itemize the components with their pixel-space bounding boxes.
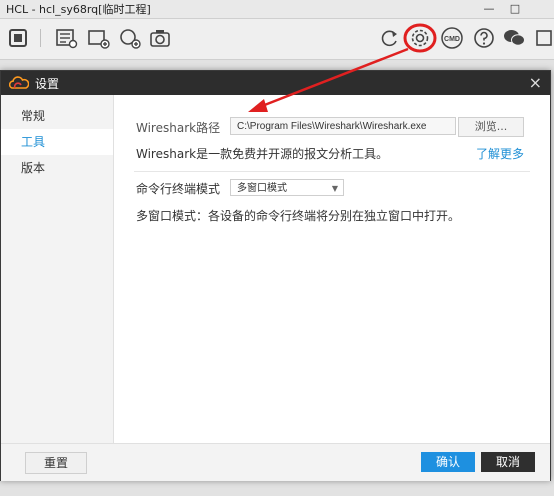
- dialog-footer: 重置 确认 取消: [1, 443, 550, 481]
- refresh-icon[interactable]: [378, 26, 402, 50]
- add-link-icon[interactable]: [117, 26, 141, 50]
- toolbar-separator: [40, 29, 41, 47]
- confirm-button[interactable]: 确认: [421, 452, 475, 472]
- wireshark-path-input[interactable]: C:\Program Files\Wireshark\Wireshark.exe: [230, 117, 456, 135]
- section-divider: [134, 171, 530, 172]
- minimize-button[interactable]: —: [476, 0, 502, 18]
- sidebar-item-general[interactable]: 常规: [1, 103, 113, 129]
- window-icon[interactable]: [532, 26, 554, 50]
- wireshark-path-label: Wireshark路径: [136, 121, 221, 135]
- cmd-mode-description: 多窗口模式：各设备的命令行终端将分别在独立窗口中打开。: [136, 209, 461, 223]
- settings-sidebar: 常规 工具 版本: [1, 95, 114, 443]
- app-title-bar: HCL - hcl_sy68rq[临时工程] — □: [0, 0, 554, 19]
- cmd-mode-value: 多窗口模式: [237, 183, 287, 194]
- cmd-mode-label: 命令行终端模式: [136, 182, 221, 196]
- maximize-button[interactable]: □: [502, 0, 528, 18]
- settings-dialog: 设置 × 常规 工具 版本 Wireshark路径 C:\Program Fil…: [0, 70, 551, 481]
- sidebar-item-tools[interactable]: 工具: [1, 129, 113, 155]
- gear-icon[interactable]: [408, 26, 432, 50]
- close-icon[interactable]: ×: [529, 73, 542, 92]
- cmd-icon-label: CMD: [444, 36, 460, 43]
- stop-icon[interactable]: [6, 26, 30, 50]
- main-toolbar: CMD: [0, 19, 554, 60]
- dialog-title: 设置: [35, 77, 60, 91]
- cmd-mode-select[interactable]: 多窗口模式 ▼: [230, 179, 344, 196]
- camera-icon[interactable]: [148, 26, 172, 50]
- sidebar-item-version[interactable]: 版本: [1, 155, 113, 181]
- app-title: HCL - hcl_sy68rq[临时工程]: [6, 3, 151, 16]
- chevron-down-icon: ▼: [331, 184, 338, 193]
- dialog-title-bar: 设置 ×: [1, 71, 550, 95]
- tools-panel: Wireshark路径 C:\Program Files\Wireshark\W…: [114, 95, 550, 443]
- help-icon[interactable]: [472, 26, 496, 50]
- hcl-cloud-logo-icon: [9, 76, 29, 89]
- reset-button[interactable]: 重置: [25, 452, 87, 474]
- cmd-icon[interactable]: CMD: [440, 26, 464, 50]
- topology-list-icon[interactable]: [54, 26, 78, 50]
- browse-button[interactable]: 浏览...: [458, 117, 524, 137]
- chat-icon[interactable]: [502, 26, 526, 50]
- learn-more-link[interactable]: 了解更多: [476, 145, 524, 162]
- add-device-icon[interactable]: [86, 26, 110, 50]
- wireshark-description: Wireshark是一款免费并开源的报文分析工具。: [136, 147, 389, 161]
- cancel-button[interactable]: 取消: [481, 452, 535, 472]
